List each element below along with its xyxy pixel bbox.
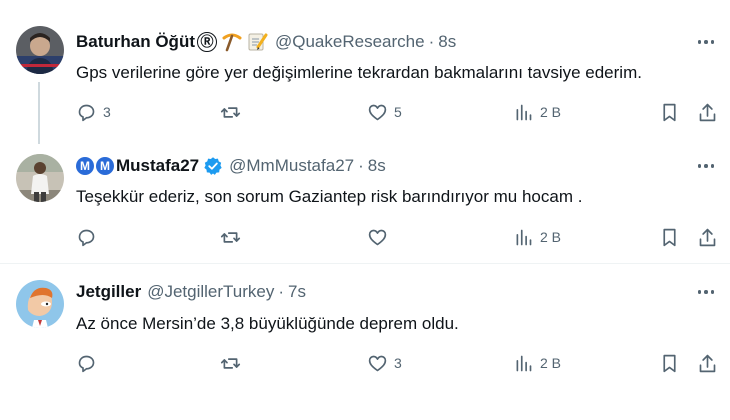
tweet[interactable]: M M Mustafa27 @MmMustafa27 · 8s Teşekkür… xyxy=(0,140,730,264)
bookmark-button[interactable] xyxy=(659,351,680,375)
views-button[interactable]: 2 B xyxy=(513,100,561,124)
thread-connector xyxy=(38,82,40,144)
retweet-button[interactable] xyxy=(220,100,241,124)
reply-button[interactable] xyxy=(76,351,103,375)
timestamp[interactable]: 8s xyxy=(368,156,386,176)
heart-icon xyxy=(368,355,387,371)
timestamp[interactable]: 7s xyxy=(288,282,306,302)
reply-count: 3 xyxy=(103,104,111,120)
tweet[interactable]: Baturhan Öğüt Ⓡ @QuakeResearche · 8s Gps… xyxy=(0,0,730,144)
retweet-icon xyxy=(220,231,241,243)
tweet-text: Az önce Mersin’de 3,8 büyüklüğünde depre… xyxy=(76,314,459,333)
m-badge: M xyxy=(76,157,94,175)
like-button[interactable] xyxy=(367,225,394,249)
share-button[interactable] xyxy=(697,351,718,375)
share-icon xyxy=(699,103,716,121)
share-button[interactable] xyxy=(697,225,718,249)
view-count: 2 B xyxy=(540,355,562,371)
heart-icon xyxy=(368,104,387,120)
retweet-icon xyxy=(220,357,241,369)
bookmark-icon xyxy=(663,103,676,121)
display-name[interactable]: Mustafa27 xyxy=(116,156,199,176)
reply-button[interactable]: 3 xyxy=(76,100,111,124)
tweet-header: M M Mustafa27 @MmMustafa27 · 8s xyxy=(76,155,386,177)
avatar[interactable] xyxy=(16,154,64,202)
display-name[interactable]: Jetgiller xyxy=(76,282,141,302)
verified-badge-icon xyxy=(203,156,223,176)
view-count: 2 B xyxy=(540,229,562,245)
more-options-icon[interactable] xyxy=(694,31,718,53)
heart-icon xyxy=(368,229,387,245)
reply-icon xyxy=(78,229,95,246)
reply-icon xyxy=(78,355,95,372)
views-button[interactable]: 2 B xyxy=(513,225,561,249)
share-button[interactable] xyxy=(697,100,718,124)
tweet-text: Teşekkür ederiz, son sorum Gaziantep ris… xyxy=(76,187,583,206)
memo-icon xyxy=(247,32,269,52)
tweet-actions: 3 2 B xyxy=(72,351,722,375)
retweet-icon xyxy=(220,106,241,118)
reply-button[interactable] xyxy=(76,225,103,249)
pick-icon xyxy=(221,32,243,52)
avatar[interactable] xyxy=(16,26,64,74)
tweet-actions: 2 B xyxy=(72,225,722,249)
analytics-icon xyxy=(516,229,532,245)
bookmark-icon xyxy=(663,228,676,246)
separator-dot: · xyxy=(358,156,364,175)
analytics-icon xyxy=(516,355,532,371)
like-count: 5 xyxy=(394,104,402,120)
tweet[interactable]: Jetgiller @JetgillerTurkey · 7s Az önce … xyxy=(0,265,730,420)
reply-icon xyxy=(78,104,95,121)
bookmark-button[interactable] xyxy=(659,225,680,249)
avatar[interactable] xyxy=(16,280,64,328)
user-handle[interactable]: @QuakeResearche xyxy=(275,32,425,52)
registered-badge: Ⓡ xyxy=(197,32,217,52)
like-count: 3 xyxy=(394,355,402,371)
tweet-text: Gps verilerine göre yer değişimlerine te… xyxy=(76,63,642,82)
user-handle[interactable]: @MmMustafa27 xyxy=(229,156,354,176)
retweet-button[interactable] xyxy=(220,351,241,375)
more-options-icon[interactable] xyxy=(694,281,718,303)
bookmark-button[interactable] xyxy=(659,100,680,124)
like-button[interactable]: 5 xyxy=(367,100,402,124)
timestamp[interactable]: 8s xyxy=(438,32,456,52)
tweet-actions: 3 5 2 B xyxy=(72,100,722,124)
separator-dot: · xyxy=(278,282,285,301)
user-handle[interactable]: @JetgillerTurkey xyxy=(147,282,274,302)
share-icon xyxy=(699,354,716,372)
view-count: 2 B xyxy=(540,104,562,120)
more-options-icon[interactable] xyxy=(694,155,718,177)
retweet-button[interactable] xyxy=(220,225,241,249)
tweet-header: Baturhan Öğüt Ⓡ @QuakeResearche · 8s xyxy=(76,31,456,53)
m-badge: M xyxy=(96,157,114,175)
bookmark-icon xyxy=(663,354,676,372)
tweet-header: Jetgiller @JetgillerTurkey · 7s xyxy=(76,281,306,303)
share-icon xyxy=(699,228,716,246)
views-button[interactable]: 2 B xyxy=(513,351,561,375)
like-button[interactable]: 3 xyxy=(367,351,402,375)
separator-dot: · xyxy=(428,32,435,51)
analytics-icon xyxy=(516,104,532,120)
display-name[interactable]: Baturhan Öğüt xyxy=(76,32,195,52)
